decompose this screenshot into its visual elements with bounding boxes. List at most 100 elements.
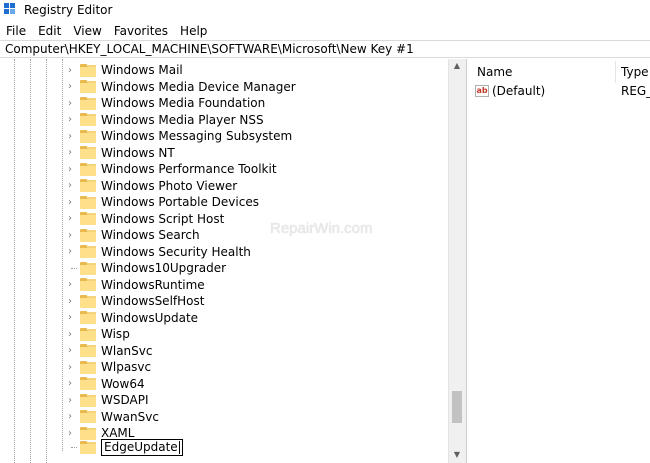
tree-item-label: Windows Search [101,228,200,242]
chevron-right-icon[interactable]: › [64,178,76,194]
tree-item[interactable]: › WindowsUpdate [64,310,198,326]
tree-guide-line [30,59,31,463]
tree-item[interactable]: › Wow64 [64,376,145,392]
tree-item[interactable]: › WindowsSelfHost [64,293,204,309]
menu-file[interactable]: File [0,24,32,38]
tree-connector [64,439,77,455]
tree-scrollbar[interactable]: ▲ ▼ [448,59,464,463]
scroll-down-icon[interactable]: ▼ [453,451,461,459]
tree-item[interactable]: › Windows Mail [64,62,183,78]
tree-item[interactable]: › Windows Messaging Subsystem [64,128,292,144]
chevron-right-icon[interactable]: › [64,145,76,161]
chevron-right-icon[interactable]: › [64,194,76,210]
text-caret [178,440,180,454]
tree-guide-line [62,59,63,451]
tree-item-label: Windows Photo Viewer [101,178,238,193]
folder-icon [80,440,96,454]
tree-item[interactable]: › Windows Performance Toolkit [64,161,277,177]
folder-icon [80,245,96,258]
folder-icon [80,195,96,209]
chevron-right-icon[interactable]: › [64,227,76,243]
tree-pane: › Windows Mail › Windows Media Device Manag… [0,59,464,463]
tree-guide-line [46,59,47,463]
tree-item[interactable]: › Wisp [64,326,130,342]
tree-item[interactable]: › WwanSvc [64,409,159,425]
chevron-right-icon[interactable]: › [64,392,76,408]
chevron-right-icon[interactable]: › [64,62,76,78]
chevron-right-icon[interactable]: › [64,128,76,144]
tree-item[interactable]: › WindowsRuntime [64,277,205,293]
tree-item-label: WindowsUpdate [101,310,199,325]
folder-icon [80,129,96,143]
tree-item[interactable]: › Windows Media Device Manager [64,79,296,95]
tree-item[interactable]: › Windows NT [64,145,175,161]
tree-item-label: WindowsSelfHost [101,294,205,308]
tree-item[interactable]: › Windows Portable Devices [64,194,259,210]
folder-icon [80,261,96,275]
folder-icon [80,393,96,407]
tree-item-label: Windows Security Health [101,244,251,259]
chevron-right-icon[interactable]: › [64,409,76,425]
menu-bar: File Edit View Favorites Help [0,21,650,40]
tree-item-label: Wow64 [101,376,145,391]
tree-item[interactable]: › Windows Media Player NSS [64,112,264,128]
tree-item[interactable]: › Wlpasvc [64,359,151,375]
chevron-right-icon[interactable]: › [64,112,76,128]
scrollbar-thumb[interactable] [452,391,462,423]
chevron-right-icon[interactable]: › [64,376,76,392]
menu-help[interactable]: Help [174,24,213,38]
watermark: RepairWin.com [270,220,373,237]
tree-item-label: Wlpasvc [101,360,152,374]
chevron-right-icon[interactable]: › [64,211,76,227]
tree-item-editing[interactable]: EdgeUpdate [64,438,183,456]
folder-icon [80,212,96,225]
column-separator[interactable] [615,61,616,83]
menu-edit[interactable]: Edit [32,24,67,38]
folder-icon [80,327,96,341]
chevron-right-icon[interactable]: › [64,161,76,177]
folder-icon [80,162,96,176]
string-value-icon: ab [475,85,489,97]
tree-item[interactable]: › Windows Photo Viewer [64,178,237,194]
folder-icon [80,146,96,159]
tree-item[interactable]: › WSDAPI [64,392,149,408]
tree-item-label: Windows Messaging Subsystem [101,129,293,143]
tree-item[interactable]: › Windows Search [64,227,200,243]
tree-item-label: WSDAPI [101,393,149,407]
menu-favorites[interactable]: Favorites [108,24,174,38]
address-bar[interactable]: Computer\HKEY_LOCAL_MACHINE\SOFTWARE\Mic… [0,40,650,58]
tree-item[interactable]: › Windows Security Health [64,244,251,260]
chevron-right-icon[interactable]: › [64,79,76,95]
value-row-default[interactable]: ab (Default) REG_SZ [475,84,650,98]
column-header-type[interactable]: Type [621,65,649,79]
chevron-right-icon[interactable]: › [64,326,76,342]
folder-icon [80,294,96,308]
chevron-right-icon[interactable]: › [64,277,76,293]
tree-item-label: Windows NT [101,145,175,160]
values-pane: Name Type ab (Default) REG_SZ [466,59,650,463]
tree-item-label: Windows Script Host [101,211,225,226]
column-header-name[interactable]: Name [477,65,512,79]
tree-item-label: Windows10Upgrader [101,261,227,275]
menu-view[interactable]: View [67,24,107,38]
scroll-up-icon[interactable]: ▲ [453,62,461,70]
rename-input[interactable]: EdgeUpdate [101,438,183,456]
folder-icon [80,113,96,126]
folder-icon [80,311,96,324]
tree-guide-line [14,59,15,463]
tree-connector [64,260,77,276]
chevron-right-icon[interactable]: › [64,293,76,309]
folder-icon [80,179,96,192]
chevron-right-icon[interactable]: › [64,244,76,260]
value-type: REG_SZ [621,84,650,98]
chevron-right-icon[interactable]: › [64,310,76,326]
tree-item[interactable]: › Windows Media Foundation [64,95,265,111]
chevron-right-icon[interactable]: › [64,95,76,111]
tree-item[interactable]: › WlanSvc [64,343,152,359]
tree-item-label: WlanSvc [101,343,153,358]
chevron-right-icon[interactable]: › [64,343,76,359]
chevron-right-icon[interactable]: › [64,359,76,375]
tree-item-label: Windows Media Player NSS [101,112,264,127]
tree-item[interactable]: Windows10Upgrader [64,260,226,276]
tree-item[interactable]: › Windows Script Host [64,211,224,227]
